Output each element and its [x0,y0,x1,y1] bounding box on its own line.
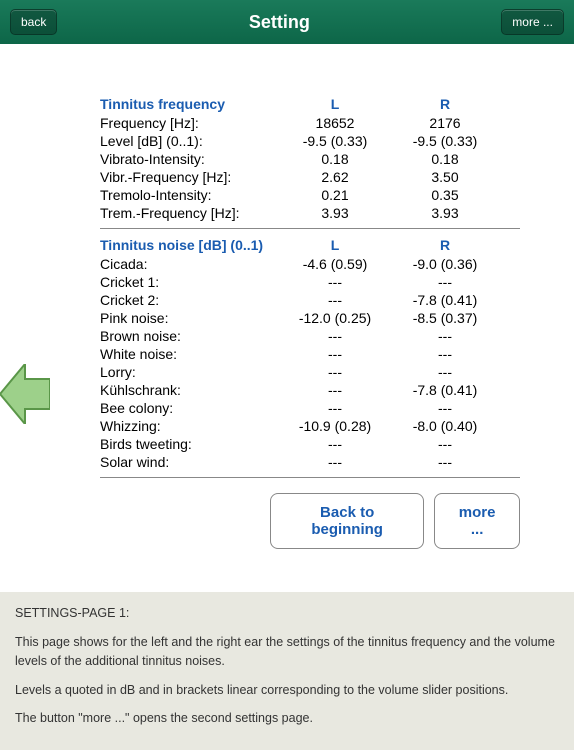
row-value-l: --- [280,364,390,380]
row-value-r: --- [390,346,500,362]
row-label: Solar wind: [100,454,280,470]
navbar: back Setting more ... [0,0,574,44]
freq-header-label: Tinnitus frequency [100,96,280,112]
table-row: Cricket 2:----7.8 (0.41) [100,291,520,309]
footer-title: SETTINGS-PAGE 1: [15,604,559,623]
row-value-r: 3.50 [390,169,500,185]
noise-section-header: Tinnitus noise [dB] (0..1) L R [100,235,520,255]
row-label: Cricket 2: [100,292,280,308]
bottom-buttons: Back to beginning more ... [270,493,520,549]
row-value-l: --- [280,274,390,290]
table-row: Birds tweeting:------ [100,435,520,453]
row-label: Lorry: [100,364,280,380]
row-value-l: -12.0 (0.25) [280,310,390,326]
more-button[interactable]: more ... [434,493,520,549]
back-button[interactable]: back [10,9,57,35]
footer-p2: Levels a quoted in dB and in brackets li… [15,681,559,700]
row-value-l: --- [280,454,390,470]
row-value-r: --- [390,328,500,344]
row-value-r: 2176 [390,115,500,131]
row-value-r: --- [390,454,500,470]
more-nav-button[interactable]: more ... [501,9,564,35]
content-area: Tinnitus frequency L R Frequency [Hz]:18… [0,44,574,559]
row-value-r: -9.0 (0.36) [390,256,500,272]
table-row: Pink noise:-12.0 (0.25)-8.5 (0.37) [100,309,520,327]
row-label: Cicada: [100,256,280,272]
table-row: White noise:------ [100,345,520,363]
row-label: Tremolo-Intensity: [100,187,280,203]
freq-section-header: Tinnitus frequency L R [100,94,520,114]
table-row: Lorry:------ [100,363,520,381]
row-label: Pink noise: [100,310,280,326]
page-title: Setting [249,12,310,33]
row-value-l: --- [280,292,390,308]
divider [100,228,520,229]
row-label: Vibrato-Intensity: [100,151,280,167]
divider [100,477,520,478]
row-value-r: --- [390,400,500,416]
row-value-l: -10.9 (0.28) [280,418,390,434]
row-value-r: --- [390,274,500,290]
freq-header-l: L [280,96,390,112]
row-value-l: 0.18 [280,151,390,167]
row-value-l: 18652 [280,115,390,131]
table-row: Vibr.-Frequency [Hz]:2.623.50 [100,168,520,186]
table-row: Frequency [Hz]:186522176 [100,114,520,132]
row-label: Bee colony: [100,400,280,416]
row-value-r: -8.5 (0.37) [390,310,500,326]
row-value-r: 0.18 [390,151,500,167]
row-value-l: 2.62 [280,169,390,185]
footer-p1: This page shows for the left and the rig… [15,633,559,671]
row-value-r: 3.93 [390,205,500,221]
row-value-l: 3.93 [280,205,390,221]
row-value-l: --- [280,436,390,452]
footer-description: SETTINGS-PAGE 1: This page shows for the… [0,592,574,750]
table-row: Solar wind:------ [100,453,520,471]
footer-p3: The button "more ..." opens the second s… [15,709,559,728]
row-value-l: --- [280,346,390,362]
row-value-l: --- [280,382,390,398]
table-row: Vibrato-Intensity:0.180.18 [100,150,520,168]
row-label: Whizzing: [100,418,280,434]
row-label: Cricket 1: [100,274,280,290]
row-value-l: --- [280,328,390,344]
row-label: Level [dB] (0..1): [100,133,280,149]
row-value-l: --- [280,400,390,416]
row-label: Kühlschrank: [100,382,280,398]
row-label: White noise: [100,346,280,362]
table-row: Brown noise:------ [100,327,520,345]
row-value-l: -9.5 (0.33) [280,133,390,149]
table-row: Level [dB] (0..1):-9.5 (0.33)-9.5 (0.33) [100,132,520,150]
table-row: Whizzing:-10.9 (0.28)-8.0 (0.40) [100,417,520,435]
row-label: Vibr.-Frequency [Hz]: [100,169,280,185]
row-value-r: -9.5 (0.33) [390,133,500,149]
row-label: Trem.-Frequency [Hz]: [100,205,280,221]
row-label: Brown noise: [100,328,280,344]
row-value-r: 0.35 [390,187,500,203]
row-value-r: --- [390,436,500,452]
table-row: Cricket 1:------ [100,273,520,291]
left-arrow-icon[interactable] [0,364,50,424]
row-value-r: -7.8 (0.41) [390,292,500,308]
noise-header-label: Tinnitus noise [dB] (0..1) [100,237,280,253]
back-to-beginning-button[interactable]: Back to beginning [270,493,424,549]
row-label: Birds tweeting: [100,436,280,452]
row-value-l: -4.6 (0.59) [280,256,390,272]
noise-header-l: L [280,237,390,253]
row-value-r: -7.8 (0.41) [390,382,500,398]
freq-header-r: R [390,96,500,112]
table-row: Kühlschrank:----7.8 (0.41) [100,381,520,399]
row-label: Frequency [Hz]: [100,115,280,131]
table-row: Tremolo-Intensity:0.210.35 [100,186,520,204]
settings-table: Tinnitus frequency L R Frequency [Hz]:18… [100,94,520,549]
table-row: Bee colony:------ [100,399,520,417]
row-value-r: --- [390,364,500,380]
row-value-l: 0.21 [280,187,390,203]
row-value-r: -8.0 (0.40) [390,418,500,434]
noise-header-r: R [390,237,500,253]
table-row: Trem.-Frequency [Hz]:3.933.93 [100,204,520,222]
table-row: Cicada:-4.6 (0.59)-9.0 (0.36) [100,255,520,273]
